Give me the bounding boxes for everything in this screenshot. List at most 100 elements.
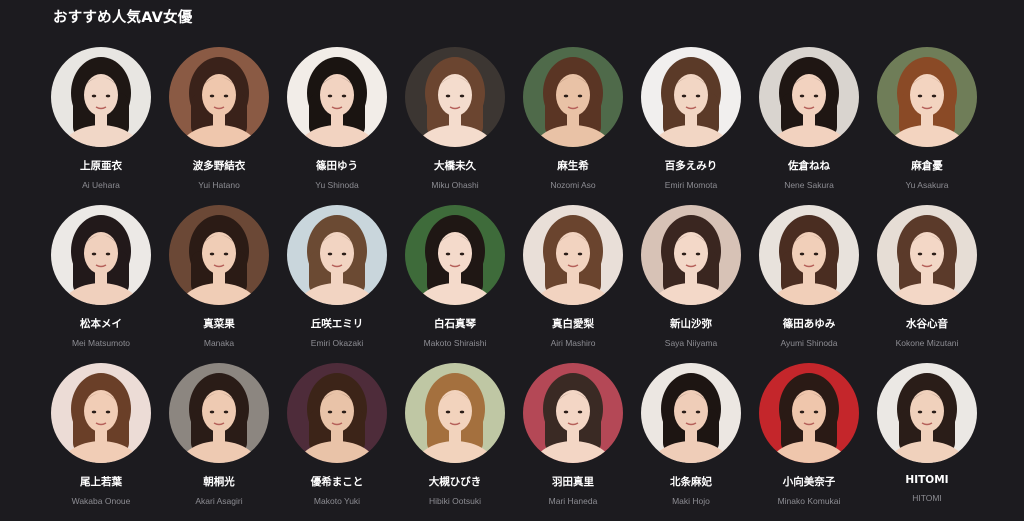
actress-card[interactable]: 丘咲エミリ Emiri Okazaki [278,205,396,363]
actress-name-jp[interactable]: 水谷心音 [906,316,948,331]
actress-avatar[interactable] [523,205,623,305]
actress-avatar[interactable] [51,47,151,147]
actress-name-en: Makoto Shiraishi [423,338,487,348]
actress-card[interactable]: 北条麻妃 Maki Hojo [632,363,750,521]
portrait-icon [60,373,142,463]
actress-name-jp[interactable]: 真白愛梨 [552,316,594,331]
actress-avatar[interactable] [759,205,859,305]
actress-card[interactable]: 朝桐光 Akari Asagiri [160,363,278,521]
actress-card[interactable]: 麻倉憂 Yu Asakura [868,47,986,205]
portrait-icon [532,215,614,305]
actress-name-en: Hibiki Ootsuki [429,496,481,506]
actress-card[interactable]: 松本メイ Mei Matsumoto [42,205,160,363]
actress-name-en: Kokone Mizutani [895,338,959,348]
actress-avatar[interactable] [405,205,505,305]
actress-card[interactable]: 真菜果 Manaka [160,205,278,363]
actress-avatar[interactable] [51,363,151,463]
actress-name-jp[interactable]: 小向美奈子 [783,474,836,489]
actress-avatar[interactable] [641,205,741,305]
actress-avatar[interactable] [287,205,387,305]
actress-card[interactable]: 尾上若葉 Wakaba Onoue [42,363,160,521]
actress-card[interactable]: 真白愛梨 Airi Mashiro [514,205,632,363]
actress-card[interactable]: 大槻ひびき Hibiki Ootsuki [396,363,514,521]
actress-card[interactable]: 波多野結衣 Yui Hatano [160,47,278,205]
actress-avatar[interactable] [877,205,977,305]
actress-name-en: Makoto Yuki [313,496,361,506]
actress-name-jp[interactable]: 篠田あゆみ [783,316,836,331]
actress-avatar[interactable] [169,363,269,463]
actress-avatar[interactable] [51,205,151,305]
actress-avatar[interactable] [641,363,741,463]
actress-card[interactable]: 新山沙弥 Saya Niiyama [632,205,750,363]
actress-name-en: Yu Shinoda [315,180,359,190]
actress-avatar[interactable] [405,47,505,147]
actress-name-jp[interactable]: 優希まこと [311,474,364,489]
actress-name-jp[interactable]: 松本メイ [80,316,122,331]
actress-avatar[interactable] [641,47,741,147]
actress-card[interactable]: 佐倉ねね Nene Sakura [750,47,868,205]
actress-name-en: Maki Hojo [672,496,710,506]
actress-name-jp[interactable]: 佐倉ねね [788,158,830,173]
actress-card[interactable]: 篠田ゆう Yu Shinoda [278,47,396,205]
actress-card[interactable]: 百多えみり Emiri Momota [632,47,750,205]
actress-name-jp[interactable]: 白石真琴 [434,316,476,331]
actress-name-jp[interactable]: 麻生希 [557,158,589,173]
actress-name-en: Mei Matsumoto [71,338,131,348]
actress-name-en: Yu Asakura [905,180,949,190]
actress-name-en: Nozomi Aso [550,180,596,190]
actress-card[interactable]: 大橋未久 Miku Ohashi [396,47,514,205]
actress-avatar[interactable] [169,47,269,147]
actress-name-jp[interactable]: 尾上若葉 [80,474,122,489]
actress-name-jp[interactable]: 丘咲エミリ [311,316,364,331]
actress-name-en: Emiri Okazaki [310,338,364,348]
actress-card[interactable]: 優希まこと Makoto Yuki [278,363,396,521]
actress-name-en: Ayumi Shinoda [780,338,838,348]
actress-avatar[interactable] [759,363,859,463]
actress-card[interactable]: 水谷心音 Kokone Mizutani [868,205,986,363]
actress-card[interactable]: 羽田真里 Mari Haneda [514,363,632,521]
actress-avatar[interactable] [759,47,859,147]
actress-card[interactable]: 篠田あゆみ Ayumi Shinoda [750,205,868,363]
actress-avatar[interactable] [877,363,977,463]
actress-name-jp[interactable]: 新山沙弥 [670,316,712,331]
actress-name-jp[interactable]: 大槻ひびき [429,474,482,489]
actress-name-en: Ai Uehara [82,180,120,190]
actress-name-jp[interactable]: 上原亜衣 [80,158,122,173]
actress-name-en: Nene Sakura [784,180,834,190]
actress-name-jp[interactable]: 百多えみり [665,158,718,173]
actress-avatar[interactable] [287,47,387,147]
actress-avatar[interactable] [405,363,505,463]
portrait-icon [414,57,496,147]
actress-avatar[interactable] [523,47,623,147]
actress-name-jp[interactable]: 波多野結衣 [193,158,246,173]
portrait-icon [296,57,378,147]
portrait-icon [650,57,732,147]
actress-card[interactable]: 小向美奈子 Minako Komukai [750,363,868,521]
portrait-icon [886,57,968,147]
actress-name-en: Minako Komukai [777,496,841,506]
portrait-icon [650,373,732,463]
actress-name-en: Akari Asagiri [195,496,243,506]
actress-card[interactable]: 上原亜衣 Ai Uehara [42,47,160,205]
actress-avatar[interactable] [523,363,623,463]
actress-avatar[interactable] [877,47,977,147]
actress-name-jp[interactable]: 北条麻妃 [670,474,712,489]
actress-name-jp[interactable]: HITOMI [905,474,948,486]
actress-name-jp[interactable]: 大橋未久 [434,158,476,173]
actress-name-en: Yui Hatano [198,180,240,190]
actress-name-jp[interactable]: 朝桐光 [203,474,235,489]
actress-name-en: Airi Mashiro [550,338,596,348]
actress-name-jp[interactable]: 麻倉憂 [911,158,943,173]
actress-name-jp[interactable]: 篠田ゆう [316,158,358,173]
portrait-icon [178,57,260,147]
actress-avatar[interactable] [169,205,269,305]
actress-name-jp[interactable]: 真菜果 [203,316,235,331]
actress-card[interactable]: HITOMI HITOMI [868,363,986,521]
actress-avatar[interactable] [287,363,387,463]
actress-name-jp[interactable]: 羽田真里 [552,474,594,489]
actress-card[interactable]: 白石真琴 Makoto Shiraishi [396,205,514,363]
portrait-icon [178,215,260,305]
actress-name-en: Wakaba Onoue [71,496,131,506]
portrait-icon [768,373,850,463]
actress-card[interactable]: 麻生希 Nozomi Aso [514,47,632,205]
